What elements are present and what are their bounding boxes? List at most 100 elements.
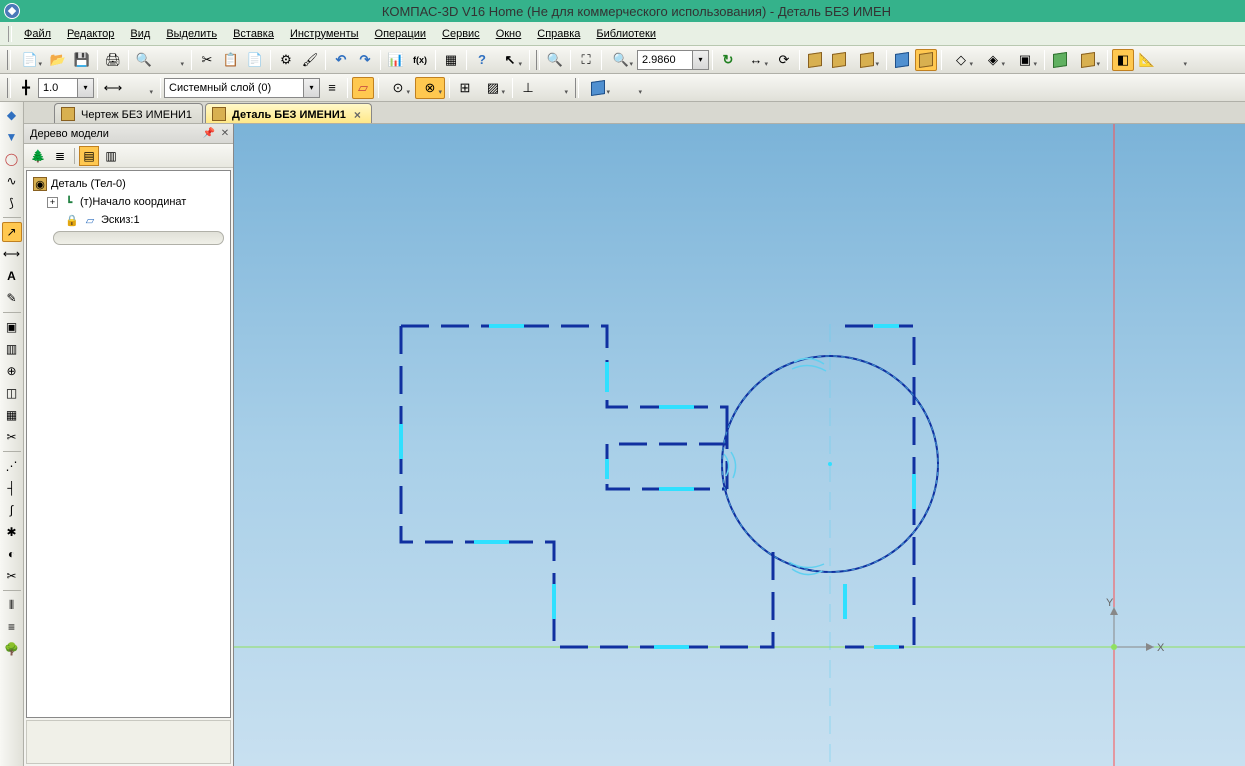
- menu-select[interactable]: Выделить: [158, 25, 225, 43]
- pointer-button[interactable]: [495, 49, 525, 71]
- undo-button[interactable]: [330, 49, 352, 71]
- menu-window[interactable]: Окно: [488, 25, 530, 43]
- cut-button[interactable]: [196, 49, 218, 71]
- tree-root[interactable]: ◉ Деталь (Тел-0): [29, 175, 228, 193]
- copy-button[interactable]: [220, 49, 242, 71]
- lt-point-icon[interactable]: ✱: [2, 522, 22, 542]
- zoom-fit-button[interactable]: [575, 49, 597, 71]
- menu-service[interactable]: Сервис: [434, 25, 488, 43]
- lt-projection-icon[interactable]: ┤: [2, 478, 22, 498]
- lt-box-icon[interactable]: ◫: [2, 383, 22, 403]
- lt-param-icon[interactable]: ≡: [2, 617, 22, 637]
- step-button[interactable]: [102, 77, 124, 99]
- lt-arc-icon[interactable]: ⟆: [2, 193, 22, 213]
- tree-close-icon[interactable]: ✕: [217, 126, 233, 142]
- zoom-in-button[interactable]: [544, 49, 566, 71]
- save-button[interactable]: [71, 49, 93, 71]
- toolbar2-overflow[interactable]: [541, 77, 571, 99]
- toolbar-overflow[interactable]: [1160, 49, 1190, 71]
- measure-button[interactable]: 📐: [1136, 49, 1158, 71]
- lt-filter-icon[interactable]: [2, 127, 22, 147]
- lt-insert-icon[interactable]: ⊕: [2, 361, 22, 381]
- menu-file[interactable]: Файл: [16, 25, 59, 43]
- toolbar2-grip[interactable]: [7, 78, 11, 98]
- tree-mode2-button[interactable]: ≣: [50, 146, 70, 166]
- lt-feature1-icon[interactable]: ▣: [2, 317, 22, 337]
- expand-icon[interactable]: +: [47, 197, 58, 208]
- preview-dropdown[interactable]: [157, 49, 187, 71]
- tree-mode4-button[interactable]: ▥: [101, 146, 121, 166]
- shade-button[interactable]: [915, 49, 937, 71]
- pan-button[interactable]: [741, 49, 771, 71]
- lt-curve-icon[interactable]: ∿: [2, 171, 22, 191]
- iso-view-button[interactable]: [804, 49, 826, 71]
- lt-aux1-icon[interactable]: ⋰: [2, 456, 22, 476]
- redo-button[interactable]: [354, 49, 376, 71]
- toolbar-grip-2[interactable]: [536, 50, 540, 70]
- paste-button[interactable]: [244, 49, 266, 71]
- coord-system-button[interactable]: [15, 77, 37, 99]
- lt-feature2-icon[interactable]: ▥: [2, 339, 22, 359]
- snap1-button[interactable]: ⊙: [383, 77, 413, 99]
- hatch-button[interactable]: [478, 77, 508, 99]
- section-button[interactable]: ◧: [1112, 49, 1134, 71]
- lt-constraint-icon[interactable]: ⫴: [2, 595, 22, 615]
- sketch-profile[interactable]: [401, 326, 914, 647]
- variables-button[interactable]: [385, 49, 407, 71]
- tree-body[interactable]: ◉ Деталь (Тел-0) + ┗ (т)Начало координат…: [26, 170, 231, 718]
- filter3-button[interactable]: ▣: [1010, 49, 1040, 71]
- rotate-view-button[interactable]: [773, 49, 795, 71]
- tab-close-button[interactable]: ×: [354, 108, 361, 122]
- tree-mode3-button[interactable]: ▤: [79, 146, 99, 166]
- lt-dimension-icon[interactable]: ⟷: [2, 244, 22, 264]
- lt-stop-icon[interactable]: ◯: [2, 149, 22, 169]
- assembly-button[interactable]: [1049, 49, 1071, 71]
- filter1-button[interactable]: ◇: [946, 49, 976, 71]
- help-button[interactable]: [471, 49, 493, 71]
- tab-drawing[interactable]: Чертеж БЕЗ ИМЕНИ1: [54, 103, 203, 123]
- assembly-dropdown[interactable]: [1073, 49, 1103, 71]
- zoom-dropdown[interactable]: [606, 49, 636, 71]
- layers-button[interactable]: [321, 77, 343, 99]
- scale-dropdown[interactable]: ▾: [78, 78, 94, 98]
- new-button[interactable]: [15, 49, 45, 71]
- properties-button[interactable]: [275, 49, 297, 71]
- menu-view[interactable]: Вид: [122, 25, 158, 43]
- views-dropdown[interactable]: [852, 49, 882, 71]
- menu-operations[interactable]: Операции: [367, 25, 434, 43]
- lt-pattern-icon[interactable]: ▦: [2, 405, 22, 425]
- zoom-input[interactable]: [637, 50, 693, 70]
- menu-insert[interactable]: Вставка: [225, 25, 282, 43]
- ortho-button[interactable]: ⊞: [454, 77, 476, 99]
- menu-grip[interactable]: [8, 26, 12, 42]
- layer-dropdown[interactable]: ▾: [304, 78, 320, 98]
- viewport[interactable]: X Y: [234, 124, 1245, 766]
- filter2-button[interactable]: ◈: [978, 49, 1008, 71]
- menu-help[interactable]: Справка: [529, 25, 588, 43]
- lt-text-icon[interactable]: A: [2, 266, 22, 286]
- open-button[interactable]: [47, 49, 69, 71]
- zoom-value-dropdown[interactable]: ▾: [693, 50, 709, 70]
- grid-button[interactable]: [440, 49, 462, 71]
- menu-tools[interactable]: Инструменты: [282, 25, 367, 43]
- format-painter-button[interactable]: [299, 49, 321, 71]
- toolbar3-grip[interactable]: [575, 78, 579, 98]
- toolbar-grip[interactable]: [7, 50, 11, 70]
- refresh-button[interactable]: [717, 49, 739, 71]
- menu-edit[interactable]: Редактор: [59, 25, 122, 43]
- preview-button[interactable]: [133, 49, 155, 71]
- tree-rollback-bar[interactable]: [53, 231, 224, 245]
- front-view-button[interactable]: [828, 49, 850, 71]
- lt-geometry-icon[interactable]: ◆: [2, 105, 22, 125]
- tree-pin-icon[interactable]: 📌: [201, 126, 217, 142]
- menu-libraries[interactable]: Библиотеки: [588, 25, 664, 43]
- fx-button[interactable]: [409, 49, 431, 71]
- sketch-canvas[interactable]: X Y: [234, 124, 1245, 766]
- lt-tree-icon[interactable]: 🌳: [2, 639, 22, 659]
- tree-sketch[interactable]: 🔒 ▱ Эскиз:1: [29, 211, 228, 229]
- print-button[interactable]: [102, 49, 124, 71]
- lt-trim-icon[interactable]: ✂: [2, 566, 22, 586]
- tree-mode1-button[interactable]: 🌲: [28, 146, 48, 166]
- scale-input[interactable]: [38, 78, 78, 98]
- layer-input[interactable]: [164, 78, 304, 98]
